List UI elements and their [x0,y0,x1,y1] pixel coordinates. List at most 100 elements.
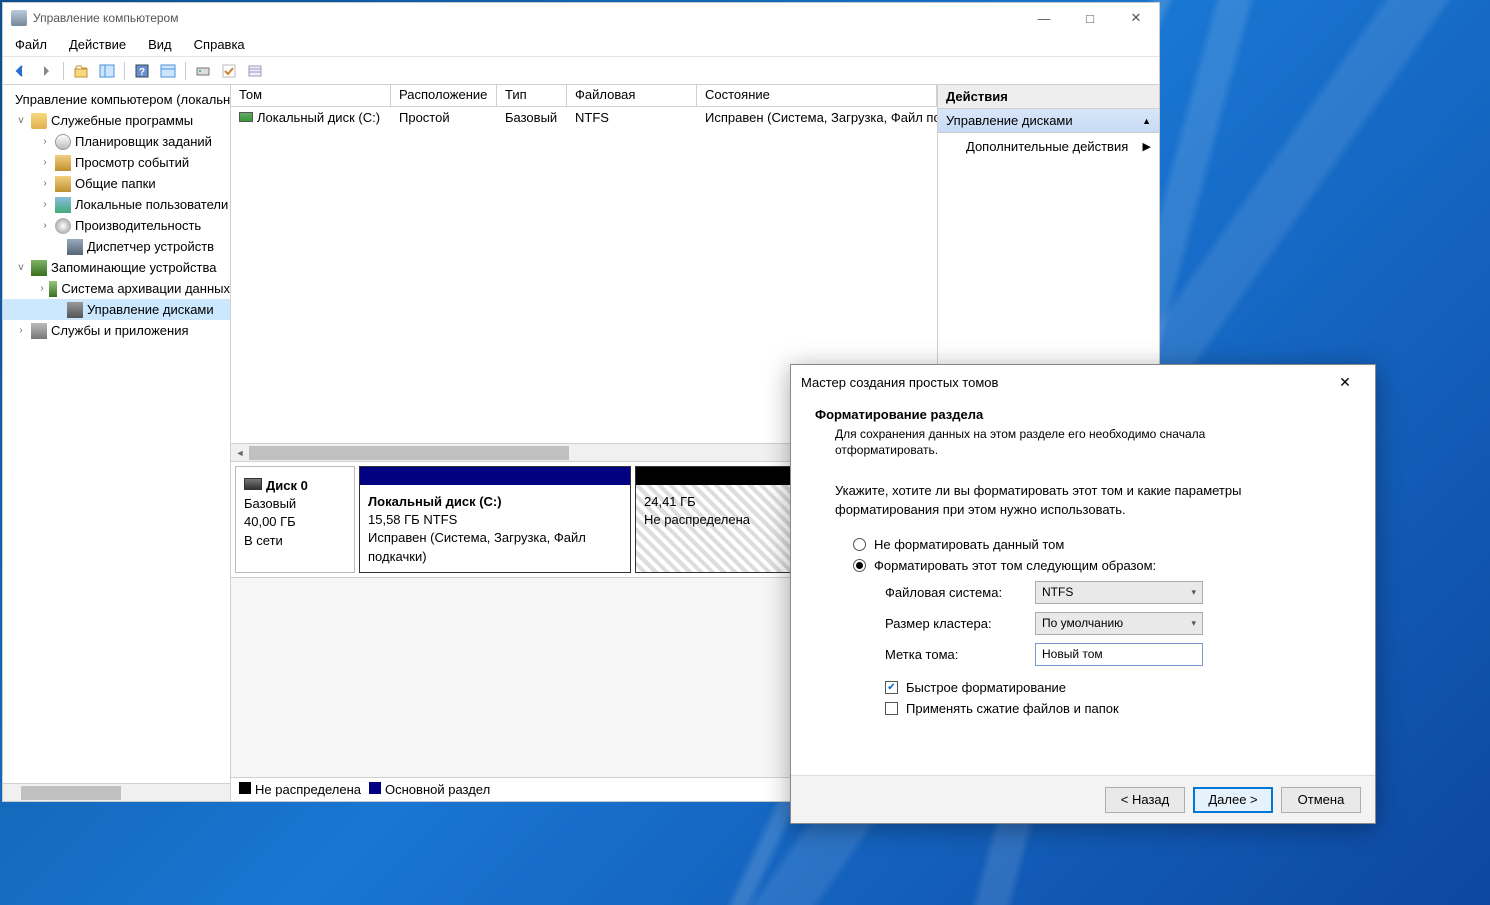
action-button[interactable] [157,60,179,82]
volume-icon [239,112,253,122]
tree-task-scheduler[interactable]: ›Планировщик заданий [3,131,230,152]
device-icon [67,239,83,255]
volume-fs: NTFS [567,109,697,126]
volume-row[interactable]: Локальный диск (C:) Простой Базовый NTFS… [231,107,937,127]
toolbar: ? [3,57,1159,85]
tree-horizontal-scrollbar[interactable] [3,783,230,801]
next-button[interactable]: Далее > [1193,787,1273,813]
share-icon [55,176,71,192]
tree-storage[interactable]: vЗапоминающие устройства [3,257,230,278]
wizard-close-button[interactable]: ✕ [1325,367,1365,397]
select-value: По умолчанию [1042,616,1123,630]
menubar: Файл Действие Вид Справка [3,33,1159,57]
disk-state: В сети [244,532,346,550]
col-filesystem[interactable]: Файловая система [567,85,697,106]
tree-disk-management[interactable]: Управление дисками [3,299,230,320]
actions-item-label: Дополнительные действия [966,139,1128,154]
menu-action[interactable]: Действие [65,35,130,54]
tree-item-label: Служебные программы [51,113,193,128]
disk-icon [67,302,83,318]
svg-text:?: ? [139,67,145,78]
volume-status: Исправен (Система, Загрузка, Файл подкач… [697,109,937,126]
radio-label: Не форматировать данный том [874,537,1064,552]
tree-system-tools[interactable]: vСлужебные программы [3,110,230,131]
tree-item-label: Диспетчер устройств [87,239,214,254]
tree-item-label: Запоминающие устройства [51,260,216,275]
toolbar-separator [185,62,186,80]
submenu-arrow-icon: ▶ [1143,140,1151,153]
checkbox-compression[interactable]: Применять сжатие файлов и папок [885,701,1331,716]
up-button[interactable] [70,60,92,82]
partition-status: Не распределена [644,512,750,527]
titlebar[interactable]: Управление компьютером — □ ✕ [3,3,1159,33]
app-icon [11,10,27,26]
partition-info: 15,58 ГБ NTFS [368,512,457,527]
minimize-button[interactable]: — [1021,3,1067,33]
tree-services[interactable]: ›Службы и приложения [3,320,230,341]
label-cluster-size: Размер кластера: [885,616,1035,631]
tree-pane: Управление компьютером (локальным) vСлуж… [3,85,231,801]
tree-local-users[interactable]: ›Локальные пользователи [3,194,230,215]
radio-icon [853,559,866,572]
select-filesystem[interactable]: NTFS ▾ [1035,581,1203,604]
list-button[interactable] [244,60,266,82]
tree-backup[interactable]: ›Система архивации данных [3,278,230,299]
select-cluster-size[interactable]: По умолчанию ▾ [1035,612,1203,635]
wizard-titlebar[interactable]: Мастер создания простых томов ✕ [791,365,1375,399]
disk-title: Диск 0 [266,478,308,493]
settings-button[interactable] [192,60,214,82]
performance-icon [55,218,71,234]
tree-performance[interactable]: ›Производительность [3,215,230,236]
maximize-button[interactable]: □ [1067,3,1113,33]
forward-button[interactable] [35,60,57,82]
wizard-footer: < Назад Далее > Отмена [791,775,1375,823]
actions-disk-management[interactable]: Управление дисками ▲ [938,109,1159,133]
volume-layout: Простой [391,109,497,126]
menu-help[interactable]: Справка [190,35,249,54]
tree-item-label: Общие папки [75,176,156,191]
partition-name: Локальный диск (C:) [368,494,502,509]
radio-label: Форматировать этот том следующим образом… [874,558,1156,573]
radio-no-format[interactable]: Не форматировать данный том [853,537,1331,552]
wizard-subheading: Для сохранения данных на этом разделе ег… [815,426,1245,458]
menu-view[interactable]: Вид [144,35,176,54]
show-hide-tree-button[interactable] [96,60,118,82]
partition-status: Исправен (Система, Загрузка, Файл подкач… [368,530,586,563]
tree-root[interactable]: Управление компьютером (локальным) [3,89,230,110]
volume-name: Локальный диск (C:) [257,110,380,125]
actions-section-label: Управление дисками [946,113,1073,128]
legend-unallocated-label: Не распределена [255,782,361,797]
partition-c[interactable]: Локальный диск (C:) 15,58 ГБ NTFS Исправ… [359,466,631,573]
toolbar-separator [63,62,64,80]
radio-format[interactable]: Форматировать этот том следующим образом… [853,558,1331,573]
input-volume-label[interactable] [1035,643,1203,666]
checkbox-icon [885,702,898,715]
col-volume[interactable]: Том [231,85,391,106]
close-button[interactable]: ✕ [1113,3,1159,33]
menu-file[interactable]: Файл [11,35,51,54]
cancel-button[interactable]: Отмена [1281,787,1361,813]
col-layout[interactable]: Расположение [391,85,497,106]
radio-icon [853,538,866,551]
tree-root-label: Управление компьютером (локальным) [15,92,230,107]
back-button[interactable] [9,60,31,82]
tree-event-viewer[interactable]: ›Просмотр событий [3,152,230,173]
tree-item-label: Планировщик заданий [75,134,212,149]
checkbox-label: Быстрое форматирование [906,680,1066,695]
scroll-left-arrow[interactable]: ◄ [231,445,249,461]
check-button[interactable] [218,60,240,82]
back-button[interactable]: < Назад [1105,787,1185,813]
tree-device-manager[interactable]: Диспетчер устройств [3,236,230,257]
window-title: Управление компьютером [33,11,1021,25]
checkbox-quick-format[interactable]: ✔ Быстрое форматирование [885,680,1331,695]
tree-shared-folders[interactable]: ›Общие папки [3,173,230,194]
disk-0-label[interactable]: Диск 0 Базовый 40,00 ГБ В сети [235,466,355,573]
storage-icon [31,260,47,276]
col-type[interactable]: Тип [497,85,567,106]
wizard-title: Мастер создания простых томов [801,375,1325,390]
help-button[interactable]: ? [131,60,153,82]
checkbox-icon: ✔ [885,681,898,694]
col-status[interactable]: Состояние [697,85,937,106]
actions-more[interactable]: Дополнительные действия ▶ [938,133,1159,160]
disk-type: Базовый [244,495,346,513]
